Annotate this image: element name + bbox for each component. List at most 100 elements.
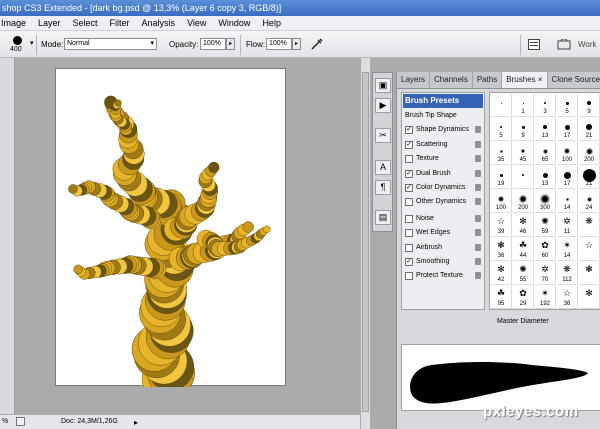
- workspace-label[interactable]: Work: [578, 40, 597, 49]
- brush-tip-shape-item[interactable]: Brush Tip Shape: [402, 109, 484, 123]
- brush-option-checkbox[interactable]: ✓: [405, 169, 413, 178]
- navigator-icon[interactable]: ▣: [375, 78, 391, 93]
- brush-preset-cell[interactable]: ✶ 14: [557, 238, 578, 261]
- brush-preset-cell[interactable]: ✶ 192: [535, 286, 556, 309]
- brush-option-row[interactable]: ✓ Shape Dynamics: [402, 123, 484, 137]
- actions-icon[interactable]: ▶: [375, 98, 391, 113]
- opacity-input[interactable]: 100%: [200, 38, 226, 50]
- brush-preset-cell[interactable]: 200: [513, 190, 534, 213]
- workspace-icon[interactable]: [557, 38, 571, 50]
- brush-preset-cell[interactable]: 200: [579, 142, 600, 165]
- tab-layers[interactable]: Layers: [397, 72, 431, 88]
- brush-preset-cell[interactable]: 100: [491, 190, 512, 213]
- brush-preset-cell[interactable]: ✺ 55: [513, 262, 534, 285]
- brush-preset-cell[interactable]: ✺ 59: [535, 214, 556, 237]
- brush-preset-cell[interactable]: 17: [557, 166, 578, 189]
- lock-icon[interactable]: [475, 257, 481, 265]
- zoom-level[interactable]: %: [2, 415, 8, 429]
- brush-preset-cell[interactable]: 9: [579, 94, 600, 117]
- brush-preset-cell[interactable]: [513, 166, 534, 189]
- status-menu-arrow[interactable]: ▸: [134, 416, 138, 429]
- lock-icon[interactable]: [475, 198, 481, 206]
- brush-option-row[interactable]: ✓ Dual Brush: [402, 167, 484, 181]
- brush-preset-cell[interactable]: 21: [579, 118, 600, 141]
- brush-preset-cell[interactable]: ✲ 70: [535, 262, 556, 285]
- brush-option-checkbox[interactable]: [405, 155, 413, 164]
- brush-option-checkbox[interactable]: ✓: [405, 183, 413, 192]
- brush-option-row[interactable]: Noise: [402, 212, 484, 226]
- brush-preset-cell[interactable]: 35: [491, 142, 512, 165]
- brush-preset-cell[interactable]: [491, 94, 512, 117]
- tab-clone-source[interactable]: Clone Source: [548, 72, 600, 88]
- brush-preset-cell[interactable]: 21: [579, 166, 600, 189]
- brush-preset-cell[interactable]: ✻ 42: [491, 262, 512, 285]
- lock-icon[interactable]: [475, 229, 481, 237]
- brush-option-row[interactable]: Airbrush: [402, 241, 484, 255]
- brush-preset-cell[interactable]: ❃: [579, 262, 600, 285]
- brush-preset-cell[interactable]: 5: [491, 118, 512, 141]
- tool-presets-icon[interactable]: ✂: [375, 128, 391, 143]
- opacity-slider-button[interactable]: ▸: [226, 38, 235, 50]
- brush-preset-cell[interactable]: ❋ 112: [557, 262, 578, 285]
- scrollbar-thumb[interactable]: [362, 72, 369, 412]
- brush-option-checkbox[interactable]: [405, 272, 413, 281]
- brush-option-checkbox[interactable]: ✓: [405, 257, 413, 266]
- brush-option-checkbox[interactable]: [405, 214, 413, 223]
- brush-option-row[interactable]: ✓ Color Dynamics: [402, 181, 484, 195]
- brush-preset-cell[interactable]: 3: [535, 94, 556, 117]
- lock-icon[interactable]: [475, 183, 481, 191]
- tab-channels[interactable]: Channels: [430, 72, 473, 88]
- brush-option-row[interactable]: Texture: [402, 152, 484, 166]
- menu-layer[interactable]: Layer: [37, 16, 62, 30]
- tab-brushes[interactable]: Brushes ×: [502, 72, 548, 88]
- brush-preset-cell[interactable]: 1: [513, 94, 534, 117]
- brush-preset-cell[interactable]: 45: [513, 142, 534, 165]
- brush-option-checkbox[interactable]: ✓: [405, 140, 413, 149]
- palette-well-icon[interactable]: [528, 39, 540, 50]
- brush-preset-cell[interactable]: 65: [535, 142, 556, 165]
- brush-preset-cell[interactable]: 100: [557, 142, 578, 165]
- paragraph-icon[interactable]: ¶: [375, 180, 391, 195]
- airbrush-icon[interactable]: [310, 37, 324, 51]
- brush-presets-item[interactable]: Brush Presets: [403, 94, 483, 108]
- vertical-scrollbar[interactable]: [360, 58, 370, 429]
- layer-comps-icon[interactable]: ▤: [375, 210, 391, 225]
- brush-option-row[interactable]: ✓ Smoothing: [402, 255, 484, 269]
- brush-preset-cell[interactable]: 14: [557, 190, 578, 213]
- brush-preset-cell[interactable]: ✿ 29: [513, 286, 534, 309]
- menu-image[interactable]: Image: [0, 16, 27, 30]
- lock-icon[interactable]: [475, 169, 481, 177]
- document-canvas[interactable]: [55, 68, 286, 387]
- menu-help[interactable]: Help: [261, 16, 282, 30]
- brush-option-row[interactable]: Wet Edges: [402, 226, 484, 240]
- brush-preset-cell[interactable]: 24: [579, 190, 600, 213]
- brush-preset-cell[interactable]: ✻ 46: [513, 214, 534, 237]
- tab-paths[interactable]: Paths: [473, 72, 503, 88]
- brush-preset-cell[interactable]: ❃ 36: [491, 238, 512, 261]
- brush-preset-cell[interactable]: ✿ 60: [535, 238, 556, 261]
- brush-option-row[interactable]: Other Dynamics: [402, 195, 484, 209]
- menu-select[interactable]: Select: [72, 16, 99, 30]
- lock-icon[interactable]: [475, 272, 481, 280]
- lock-icon[interactable]: [475, 126, 481, 134]
- brush-preset-cell[interactable]: ☘ 95: [491, 286, 512, 309]
- brush-option-row[interactable]: Protect Texture: [402, 269, 484, 283]
- lock-icon[interactable]: [475, 243, 481, 251]
- brush-preset-cell[interactable]: 17: [557, 118, 578, 141]
- brush-preset-cell[interactable]: 13: [535, 166, 556, 189]
- brush-preset-cell[interactable]: ❋: [579, 214, 600, 237]
- brush-option-checkbox[interactable]: ✓: [405, 126, 413, 135]
- brush-preset-cell[interactable]: ☘ 44: [513, 238, 534, 261]
- menu-view[interactable]: View: [186, 16, 207, 30]
- brush-preset-cell[interactable]: 5: [557, 94, 578, 117]
- menu-window[interactable]: Window: [217, 16, 251, 30]
- character-icon[interactable]: A: [375, 160, 391, 175]
- brush-option-checkbox[interactable]: [405, 229, 413, 238]
- flow-slider-button[interactable]: ▸: [292, 38, 301, 50]
- brush-option-checkbox[interactable]: [405, 243, 413, 252]
- brush-preset-cell[interactable]: 13: [535, 118, 556, 141]
- brush-preset-cell[interactable]: ☆: [579, 238, 600, 261]
- brush-preset-cell[interactable]: ✻: [579, 286, 600, 309]
- menu-analysis[interactable]: Analysis: [141, 16, 177, 30]
- brush-option-row[interactable]: ✓ Scattering: [402, 138, 484, 152]
